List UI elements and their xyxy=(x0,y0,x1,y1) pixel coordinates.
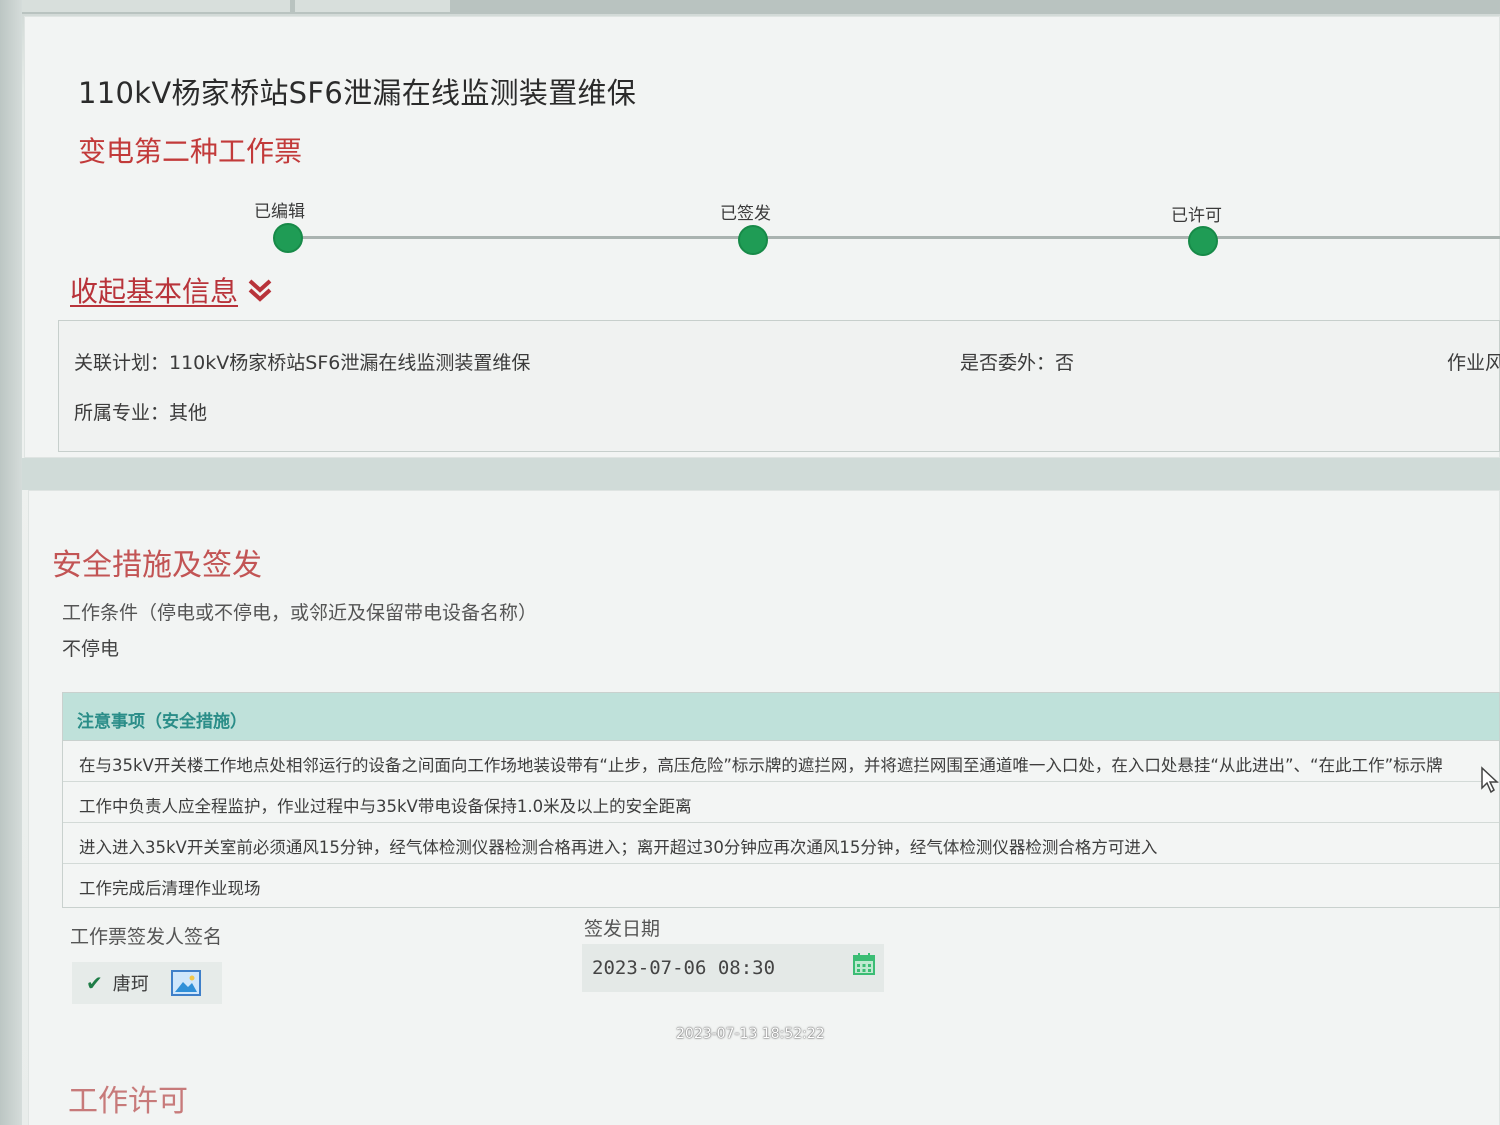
browser-tab[interactable] xyxy=(295,0,450,12)
related-plan: 关联计划：110kV杨家桥站SF6泄漏在线监测装置维保 xyxy=(74,352,531,374)
safety-notice-table: 注意事项（安全措施） 在与35kV开关楼工作地点处相邻运行的设备之间面向工作场地… xyxy=(62,692,1500,908)
step-dot-issued xyxy=(738,225,768,255)
work-risk-partial: 作业风 xyxy=(1447,352,1500,374)
signer-name: 唐珂 xyxy=(112,974,149,995)
table-row: 在与35kV开关楼工作地点处相邻运行的设备之间面向工作场地装设带有“止步，高压危… xyxy=(63,741,1499,782)
table-row: 工作完成后清理作业现场 xyxy=(79,879,261,898)
browser-tab[interactable] xyxy=(20,0,290,12)
outsourced: 是否委外：否 xyxy=(960,352,1075,374)
left-edge xyxy=(0,0,22,1125)
step-label-permitted: 已许可 xyxy=(1171,206,1222,226)
table-row: 工作中负责人应全程监护，作业过程中与35kV带电设备保持1.0米及以上的安全距离 xyxy=(63,782,1499,823)
image-icon[interactable] xyxy=(170,970,201,996)
basic-info-box xyxy=(58,320,1500,452)
issue-date-field[interactable]: 2023-07-06 08:30 xyxy=(582,944,884,992)
mouse-cursor-icon xyxy=(1481,766,1499,794)
browser-top-bar xyxy=(0,0,1500,14)
work-condition-label: 工作条件（停电或不停电，或邻近及保留带电设备名称） xyxy=(62,602,538,624)
step-label-issued: 已签发 xyxy=(720,204,771,224)
notice-table-header: 注意事项（安全措施） xyxy=(63,693,1499,741)
work-condition-value: 不停电 xyxy=(62,638,120,660)
progress-line xyxy=(288,236,1500,239)
calendar-icon[interactable] xyxy=(852,952,876,976)
table-row: 进入进入35kV开关室前必须通风15分钟，经气体检测仪器检测合格再进入；离开超过… xyxy=(63,823,1499,864)
collapse-toggle-label: 收起基本信息 xyxy=(70,275,239,308)
specialty: 所属专业：其他 xyxy=(74,402,208,424)
issue-date-label: 签发日期 xyxy=(584,918,661,940)
step-dot-edited xyxy=(273,223,303,253)
permit-section-title: 工作许可 xyxy=(68,1084,188,1119)
collapse-basic-info-toggle[interactable]: 收起基本信息 xyxy=(70,270,274,310)
ticket-type: 变电第二种工作票 xyxy=(78,135,303,168)
issue-date-value: 2023-07-06 08:30 xyxy=(592,957,776,979)
section-separator xyxy=(22,458,1500,490)
check-icon: ✔ xyxy=(86,971,103,995)
photo-timestamp: 2023-07-13 18:52:22 xyxy=(676,1026,825,1042)
ticket-title: 110kV杨家桥站SF6泄漏在线监测装置维保 xyxy=(78,76,637,110)
screen: 110kV杨家桥站SF6泄漏在线监测装置维保 变电第二种工作票 已编辑 已签发 … xyxy=(0,0,1500,1125)
step-label-edited: 已编辑 xyxy=(254,202,305,222)
double-chevron-down-icon xyxy=(246,276,274,304)
signer-signature[interactable]: ✔ 唐珂 xyxy=(72,962,222,1004)
signer-label: 工作票签发人签名 xyxy=(70,926,223,948)
step-dot-permitted xyxy=(1188,226,1218,256)
safety-section-title: 安全措施及签发 xyxy=(52,548,262,583)
